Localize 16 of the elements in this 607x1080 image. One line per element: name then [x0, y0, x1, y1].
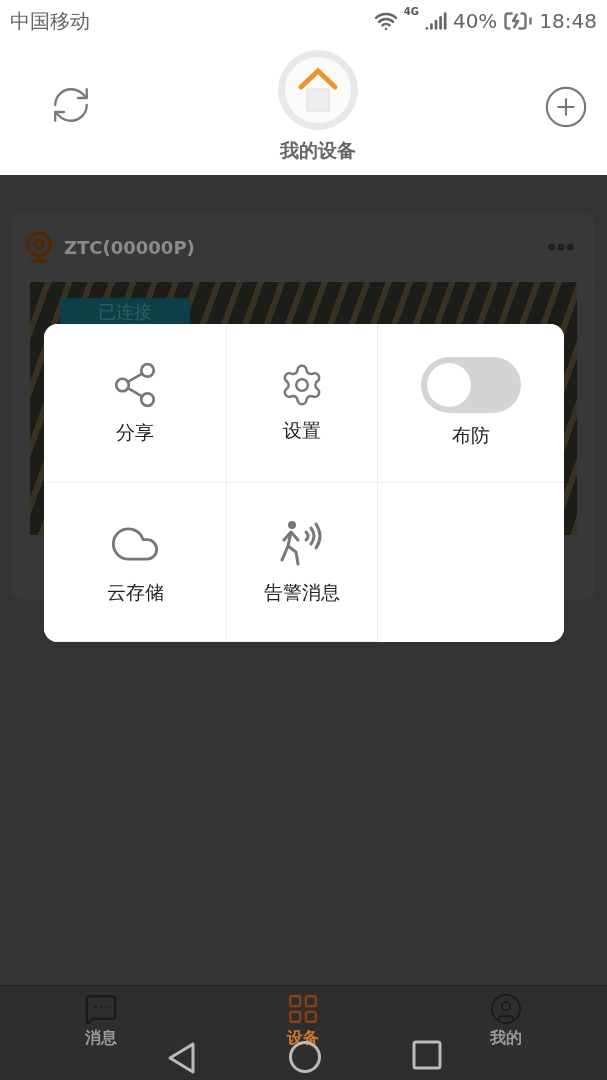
battery-percent: 40%: [452, 9, 498, 33]
page-title: 我的设备: [279, 138, 356, 163]
menu-item[interactable]: 告警消息: [227, 483, 378, 642]
toggle-switch[interactable]: [421, 357, 521, 413]
menu-item[interactable]: 分享: [44, 324, 227, 483]
tab[interactable]: 我的: [488, 992, 523, 1049]
carrier-name: 中国移动: [10, 7, 90, 35]
add-button[interactable]: [543, 84, 589, 130]
device-name: ZTC(00000P): [64, 236, 196, 258]
signal-icon: [424, 10, 447, 32]
clock-time: 18:48: [539, 9, 597, 33]
network-type: 4G: [403, 6, 419, 17]
menu-item[interactable]: 设置: [227, 324, 378, 483]
menu-item[interactable]: 云存储: [44, 483, 227, 642]
tab[interactable]: 消息: [84, 992, 119, 1049]
arm-toggle[interactable]: 布防: [378, 324, 564, 483]
